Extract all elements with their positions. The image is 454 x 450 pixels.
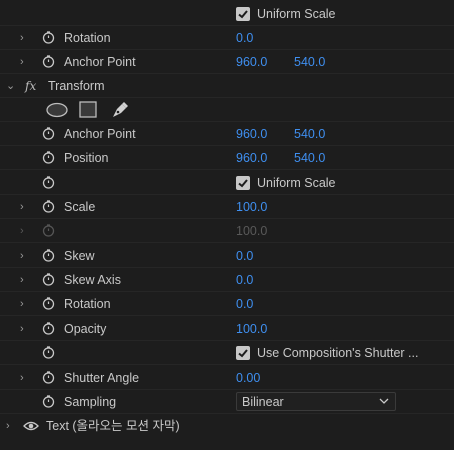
rectangle-mask-icon[interactable]	[79, 101, 97, 118]
stopwatch-icon[interactable]	[42, 151, 55, 164]
scale-width-row: › 100.0	[0, 219, 454, 243]
chevron-right-icon: ›	[20, 224, 24, 237]
stopwatch-icon[interactable]	[42, 322, 55, 335]
stopwatch-icon[interactable]	[42, 395, 55, 408]
uniform-scale-checkbox-top[interactable]	[236, 7, 250, 21]
sampling-dropdown[interactable]: Bilinear	[236, 392, 396, 411]
uniform-scale-row-top: Uniform Scale	[0, 2, 454, 26]
position-row: Position 960.0 540.0	[0, 146, 454, 170]
pen-mask-icon[interactable]	[110, 100, 130, 120]
ellipse-mask-icon[interactable]	[46, 102, 68, 118]
uniform-scale-row: Uniform Scale	[0, 171, 454, 195]
uniform-scale-label-top: Uniform Scale	[257, 6, 336, 21]
chevron-right-icon[interactable]: ›	[20, 366, 30, 390]
chevron-down-icon	[379, 398, 389, 404]
stopwatch-icon	[42, 224, 55, 237]
opacity-label: Opacity	[64, 321, 107, 336]
scale-width-value: 100.0	[236, 223, 268, 238]
stopwatch-icon[interactable]	[42, 346, 55, 359]
shutter-angle-row: › Shutter Angle 0.00	[0, 366, 454, 390]
anchor-point-y-value[interactable]: 540.0	[294, 50, 325, 74]
scale-value[interactable]: 100.0	[236, 195, 267, 219]
anchor-point-x-value[interactable]: 960.0	[236, 50, 267, 74]
anchor-point-label: Anchor Point	[64, 54, 136, 69]
position-y-value[interactable]: 540.0	[294, 146, 325, 170]
fx-icon[interactable]: fx	[25, 74, 36, 98]
stopwatch-icon[interactable]	[42, 297, 55, 310]
anchor-point-y-value[interactable]: 540.0	[294, 122, 325, 146]
mask-tools-row	[0, 98, 454, 122]
anchor-point-label: Anchor Point	[64, 126, 136, 141]
skew-value[interactable]: 0.0	[236, 244, 253, 268]
position-label: Position	[64, 150, 109, 165]
eye-icon[interactable]	[23, 420, 39, 432]
text-layer-row[interactable]: › Text (올라오는 모션 자막)	[0, 414, 454, 438]
opacity-value[interactable]: 100.0	[236, 317, 267, 341]
anchor-point-row-top: › Anchor Point 960.0 540.0	[0, 50, 454, 74]
scale-label: Scale	[64, 199, 96, 214]
chevron-right-icon[interactable]: ›	[6, 414, 16, 438]
rotation-label: Rotation	[64, 30, 111, 45]
chevron-right-icon[interactable]: ›	[20, 50, 30, 74]
rotation-value[interactable]: 0.0	[236, 26, 253, 50]
anchor-point-row: Anchor Point 960.0 540.0	[0, 122, 454, 146]
skew-axis-label: Skew Axis	[64, 272, 121, 287]
rotation-row-top: › Rotation 0.0	[0, 26, 454, 50]
text-layer-label: Text (올라오는 모션 자막)	[46, 419, 180, 433]
stopwatch-icon[interactable]	[42, 176, 55, 189]
skew-axis-row: › Skew Axis 0.0	[0, 268, 454, 292]
shutter-angle-value[interactable]: 0.00	[236, 366, 260, 390]
stopwatch-icon[interactable]	[42, 200, 55, 213]
skew-axis-value[interactable]: 0.0	[236, 268, 253, 292]
uniform-scale-checkbox[interactable]	[236, 176, 250, 190]
sampling-row: Sampling Bilinear	[0, 390, 454, 414]
chevron-right-icon[interactable]: ›	[20, 244, 30, 268]
skew-row: › Skew 0.0	[0, 244, 454, 268]
use-comp-shutter-row: Use Composition's Shutter ...	[0, 341, 454, 365]
anchor-point-x-value[interactable]: 960.0	[236, 122, 267, 146]
stopwatch-icon[interactable]	[42, 55, 55, 68]
sampling-selected-value: Bilinear	[242, 395, 284, 409]
rotation-row: › Rotation 0.0	[0, 292, 454, 316]
chevron-right-icon[interactable]: ›	[20, 26, 30, 50]
stopwatch-icon[interactable]	[42, 249, 55, 262]
sampling-label: Sampling	[64, 394, 117, 409]
transform-label: Transform	[48, 78, 105, 93]
chevron-right-icon[interactable]: ›	[20, 292, 30, 316]
chevron-right-icon[interactable]: ›	[20, 195, 30, 219]
stopwatch-icon[interactable]	[42, 273, 55, 286]
shutter-angle-label: Shutter Angle	[64, 370, 140, 385]
rotation-label: Rotation	[64, 296, 111, 311]
position-x-value[interactable]: 960.0	[236, 146, 267, 170]
chevron-down-icon[interactable]: ⌄	[6, 74, 16, 98]
stopwatch-icon[interactable]	[42, 371, 55, 384]
transform-effect-row[interactable]: ⌄ fx Transform	[0, 74, 454, 98]
uniform-scale-label: Uniform Scale	[257, 175, 336, 190]
skew-label: Skew	[64, 248, 95, 263]
rotation-value[interactable]: 0.0	[236, 292, 253, 316]
use-comp-shutter-checkbox[interactable]	[236, 346, 250, 360]
chevron-right-icon[interactable]: ›	[20, 317, 30, 341]
scale-row: › Scale 100.0	[0, 195, 454, 219]
stopwatch-icon[interactable]	[42, 127, 55, 140]
opacity-row: › Opacity 100.0	[0, 317, 454, 341]
stopwatch-icon[interactable]	[42, 31, 55, 44]
chevron-right-icon[interactable]: ›	[20, 268, 30, 292]
use-comp-shutter-label: Use Composition's Shutter ...	[257, 345, 419, 360]
